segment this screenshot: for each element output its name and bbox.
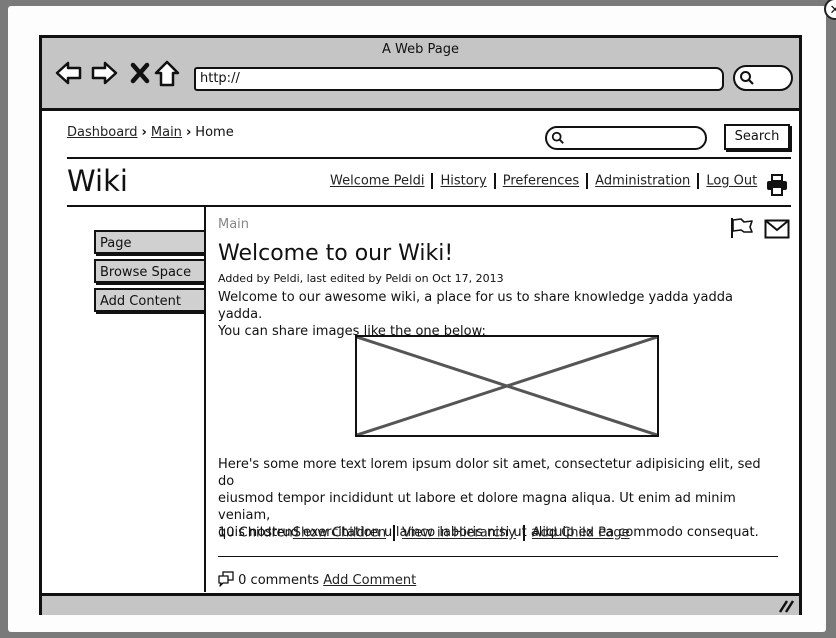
divider — [67, 157, 791, 159]
mail-icon[interactable] — [764, 219, 790, 239]
window-title: A Web Page — [382, 42, 459, 57]
intro-text: Welcome to our awesome wiki, a place for… — [218, 289, 778, 340]
preferences-link[interactable]: Preferences — [503, 174, 579, 189]
site-title: Wiki — [67, 164, 128, 198]
separator — [522, 525, 525, 541]
page-title: Welcome to our Wiki! — [218, 241, 454, 266]
add-comment-link[interactable]: Add Comment — [323, 573, 416, 588]
page-meta: Added by Peldi, last edited by Peldi on … — [218, 272, 504, 285]
divider — [218, 556, 778, 557]
print-icon[interactable] — [765, 173, 789, 197]
browser-titlebar: A Web Page http:// — [42, 38, 799, 111]
search-input[interactable] — [545, 126, 707, 150]
close-icon[interactable]: ✕ — [824, 0, 836, 20]
page-operations-button[interactable]: Page Operations — [94, 230, 204, 275]
search-button[interactable]: Search — [724, 124, 790, 150]
history-link[interactable]: History — [440, 174, 486, 189]
flag-icon[interactable] — [730, 217, 754, 239]
search-icon — [740, 71, 754, 85]
breadcrumb-main[interactable]: Main — [151, 125, 182, 140]
image-placeholder-cross — [357, 337, 657, 435]
add-content-button[interactable]: Add Content — [94, 288, 204, 312]
chevron-right-icon: › — [141, 125, 147, 140]
show-children-link[interactable]: Show Children — [293, 526, 386, 541]
separator — [393, 525, 396, 541]
section-label: Main — [218, 217, 250, 232]
user-links: Welcome Peldi History Preferences Administr… — [330, 173, 757, 189]
separator — [586, 173, 589, 189]
status-bar — [42, 593, 799, 615]
forward-arrow-icon[interactable] — [89, 58, 119, 88]
chevron-right-icon: › — [185, 125, 192, 140]
separator — [431, 173, 434, 189]
browser-search-field[interactable] — [733, 65, 793, 91]
browser-window: A Web Page http:// Dashboard › Main › Home — [39, 35, 802, 615]
intro-line: Welcome to our awesome wiki, a place for… — [218, 290, 733, 322]
url-input[interactable]: http:// — [194, 67, 724, 91]
logout-link[interactable]: Log Out — [706, 174, 757, 189]
search-icon — [551, 131, 564, 144]
browse-space-button[interactable]: Browse Space — [94, 259, 204, 283]
administration-link[interactable]: Administration — [595, 174, 690, 189]
home-icon[interactable] — [152, 58, 182, 88]
add-child-page-link[interactable]: Add Child Page — [532, 526, 630, 541]
divider — [67, 205, 791, 207]
body-line: Here's some more text lorem ipsum dolor … — [218, 457, 761, 489]
separator — [697, 173, 700, 189]
image-placeholder — [355, 335, 659, 437]
view-hierarchy-link[interactable]: View in Hierarchy — [402, 526, 516, 541]
welcome-link[interactable]: Welcome Peldi — [330, 174, 424, 189]
breadcrumb: Dashboard › Main › Home — [67, 125, 234, 140]
comments-icon — [218, 571, 234, 587]
breadcrumb-current: Home — [195, 125, 234, 140]
children-count: 10 Children — [218, 525, 293, 541]
body-line: eiusmod tempor incididunt ut labore et d… — [218, 491, 736, 523]
mockup-canvas: ✕ A Web Page http:// Dashboard›Main› — [8, 0, 836, 632]
separator — [493, 173, 496, 189]
breadcrumb-dashboard[interactable]: Dashboard — [67, 125, 138, 140]
children-bar: 10 ChildrenShow Children View in Hierarch… — [218, 525, 630, 541]
back-arrow-icon[interactable] — [54, 58, 84, 88]
comments-bar: 0 comments Add Comment — [218, 571, 416, 588]
sidebar-divider — [204, 207, 206, 592]
resize-grip-icon[interactable] — [777, 599, 795, 613]
comments-count: 0 comments — [238, 573, 320, 588]
